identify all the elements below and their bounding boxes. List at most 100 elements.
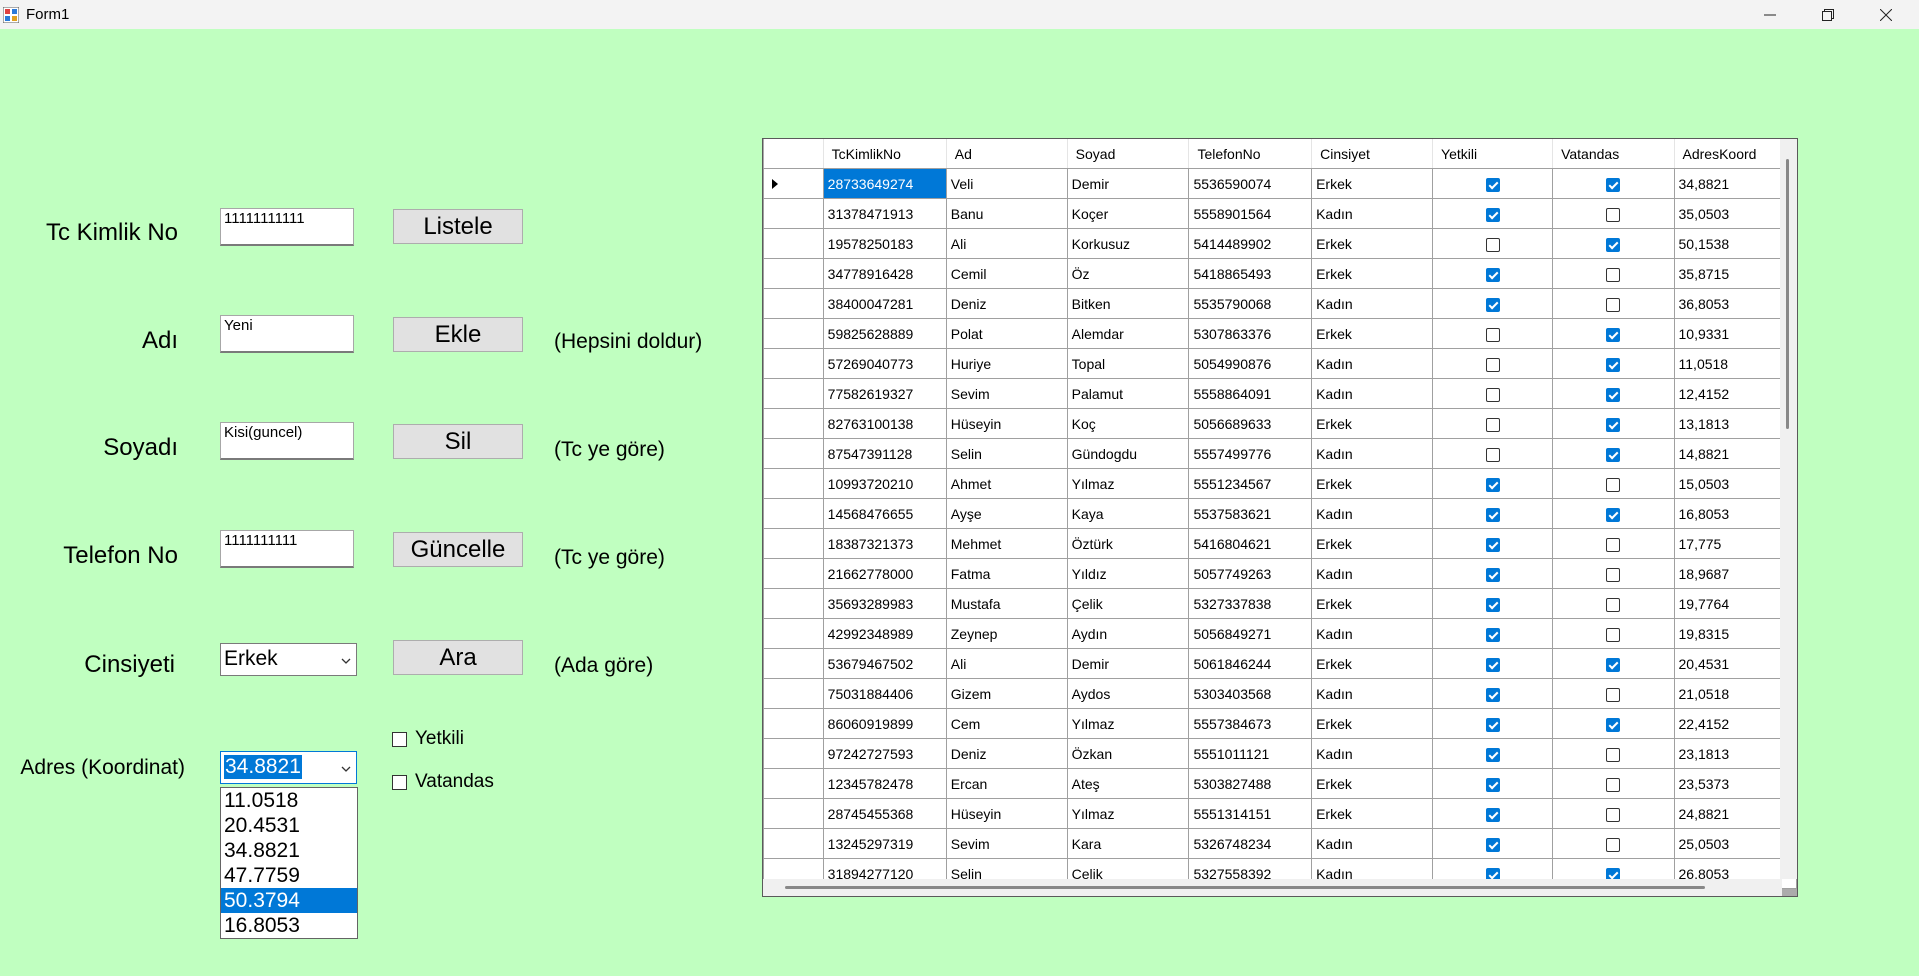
grid-cell[interactable]: Cem bbox=[945, 708, 1068, 739]
checkbox-checked-icon[interactable] bbox=[1485, 657, 1500, 672]
row-header[interactable] bbox=[763, 648, 824, 679]
grid-checkbox-cell[interactable] bbox=[1552, 588, 1675, 619]
grid-cell[interactable]: Yıldız bbox=[1066, 558, 1190, 589]
grid-checkbox-cell[interactable] bbox=[1552, 378, 1675, 409]
grid-checkbox-cell[interactable] bbox=[1432, 408, 1554, 439]
grid-cell[interactable]: Özkan bbox=[1066, 738, 1190, 769]
checkbox-checked-icon[interactable] bbox=[1485, 687, 1500, 702]
checkbox-checked-icon[interactable] bbox=[1485, 717, 1500, 732]
grid-cell[interactable]: Öztürk bbox=[1066, 528, 1190, 559]
checkbox-unchecked-icon[interactable] bbox=[1485, 447, 1500, 462]
grid-checkbox-cell[interactable] bbox=[1432, 228, 1554, 259]
adres-option[interactable]: 11.0518 bbox=[221, 788, 357, 813]
grid-cell[interactable]: 38400047281 bbox=[822, 288, 947, 319]
checkbox-unchecked-icon[interactable] bbox=[1606, 207, 1621, 222]
grid-cell[interactable]: Kara bbox=[1066, 828, 1190, 859]
checkbox-checked-icon[interactable] bbox=[1606, 327, 1621, 342]
row-header[interactable] bbox=[763, 618, 824, 649]
row-header[interactable] bbox=[763, 768, 824, 799]
grid-checkbox-cell[interactable] bbox=[1552, 558, 1675, 589]
checkbox-unchecked-icon[interactable] bbox=[1485, 327, 1500, 342]
grid-cell[interactable]: 5551011121 bbox=[1188, 738, 1313, 769]
checkbox-unchecked-icon[interactable] bbox=[1606, 837, 1621, 852]
grid-cell[interactable]: 86060919899 bbox=[822, 708, 947, 739]
grid-cell[interactable]: 34,8821 bbox=[1673, 168, 1797, 199]
ad-input[interactable]: Yeni bbox=[220, 315, 354, 353]
grid-cell[interactable]: Koç bbox=[1066, 408, 1190, 439]
grid-checkbox-cell[interactable] bbox=[1552, 498, 1675, 529]
grid-cell[interactable]: 35,8715 bbox=[1673, 258, 1797, 289]
grid-cell[interactable]: Yılmaz bbox=[1066, 468, 1190, 499]
grid-checkbox-cell[interactable] bbox=[1552, 798, 1675, 829]
table-row[interactable]: 12345782478 Ercan Ateş 5303827488 Erkek 23,53… bbox=[763, 768, 1797, 799]
grid-cell[interactable]: Veli bbox=[945, 168, 1068, 199]
row-header[interactable] bbox=[763, 588, 824, 619]
grid-cell[interactable]: 22,4152 bbox=[1673, 708, 1797, 739]
table-row[interactable]: 13245297319 Sevim Kara 5326748234 Kadın 25,05… bbox=[763, 828, 1797, 859]
row-header[interactable] bbox=[763, 828, 824, 859]
table-row[interactable]: 14568476655 Ayşe Kaya 5537583621 Kadın 16,805… bbox=[763, 498, 1797, 529]
grid-cell[interactable]: Selin bbox=[945, 438, 1068, 469]
grid-cell[interactable]: 14,8821 bbox=[1673, 438, 1797, 469]
grid-cell[interactable]: 10,9331 bbox=[1673, 318, 1797, 349]
grid-cell[interactable]: 5057749263 bbox=[1188, 558, 1313, 589]
grid-cell[interactable]: Kadın bbox=[1311, 198, 1434, 229]
grid-cell[interactable]: Erkek bbox=[1311, 798, 1434, 829]
row-header[interactable] bbox=[763, 798, 824, 829]
grid-cell[interactable]: Aydın bbox=[1066, 618, 1190, 649]
grid-cell[interactable]: Erkek bbox=[1311, 528, 1434, 559]
checkbox-checked-icon[interactable] bbox=[1485, 747, 1500, 762]
grid-cell[interactable]: Erkek bbox=[1311, 258, 1434, 289]
grid-cell[interactable]: 50,1538 bbox=[1673, 228, 1797, 259]
grid-cell[interactable]: Gizem bbox=[945, 678, 1068, 709]
grid-cell[interactable]: Ercan bbox=[945, 768, 1068, 799]
grid-cell[interactable]: 21,0518 bbox=[1673, 678, 1797, 709]
grid-cell[interactable]: Erkek bbox=[1311, 318, 1434, 349]
cinsiyet-select[interactable]: Erkek bbox=[220, 643, 357, 676]
chevron-down-icon[interactable] bbox=[340, 655, 352, 667]
grid-cell[interactable]: Kadın bbox=[1311, 558, 1434, 589]
grid-checkbox-cell[interactable] bbox=[1552, 318, 1675, 349]
restore-button[interactable] bbox=[1805, 0, 1851, 29]
checkbox-checked-icon[interactable] bbox=[1606, 357, 1621, 372]
grid-checkbox-cell[interactable] bbox=[1432, 438, 1554, 469]
grid-cell[interactable]: Hüseyin bbox=[945, 798, 1068, 829]
row-header[interactable] bbox=[763, 288, 824, 319]
data-grid[interactable]: TcKimlikNo Ad Soyad TelefonNo Cinsiyet Yetkil… bbox=[762, 138, 1798, 897]
table-row[interactable]: 86060919899 Cem Yılmaz 5557384673 Erkek 22,41… bbox=[763, 708, 1797, 739]
checkbox-unchecked-icon[interactable] bbox=[1485, 417, 1500, 432]
grid-checkbox-cell[interactable] bbox=[1552, 288, 1675, 319]
checkbox-unchecked-icon[interactable] bbox=[1606, 807, 1621, 822]
table-row[interactable]: 57269040773 Huriye Topal 5054990876 Kadın 11,… bbox=[763, 348, 1797, 379]
grid-cell[interactable]: 5557384673 bbox=[1188, 708, 1313, 739]
grid-cell[interactable]: 5416804621 bbox=[1188, 528, 1313, 559]
checkbox-unchecked-icon[interactable] bbox=[1606, 477, 1621, 492]
grid-checkbox-cell[interactable] bbox=[1432, 618, 1554, 649]
grid-cell[interactable]: 57269040773 bbox=[822, 348, 947, 379]
grid-checkbox-cell[interactable] bbox=[1552, 228, 1675, 259]
yetkili-checkbox[interactable] bbox=[392, 732, 407, 747]
grid-cell[interactable]: Polat bbox=[945, 318, 1068, 349]
grid-cell[interactable]: 13,1813 bbox=[1673, 408, 1797, 439]
grid-cell[interactable]: Mustafa bbox=[945, 588, 1068, 619]
grid-cell[interactable]: 75031884406 bbox=[822, 678, 947, 709]
row-header[interactable] bbox=[763, 438, 824, 469]
column-header[interactable]: Vatandas bbox=[1552, 139, 1675, 169]
grid-cell[interactable]: Topal bbox=[1066, 348, 1190, 379]
grid-cell[interactable]: 31378471913 bbox=[822, 198, 947, 229]
grid-cell[interactable]: Ali bbox=[945, 648, 1068, 679]
row-header[interactable] bbox=[763, 348, 824, 379]
grid-checkbox-cell[interactable] bbox=[1432, 498, 1554, 529]
grid-checkbox-cell[interactable] bbox=[1432, 708, 1554, 739]
grid-checkbox-cell[interactable] bbox=[1432, 378, 1554, 409]
grid-cell[interactable]: 35,0503 bbox=[1673, 198, 1797, 229]
grid-checkbox-cell[interactable] bbox=[1432, 738, 1554, 769]
checkbox-checked-icon[interactable] bbox=[1485, 537, 1500, 552]
grid-cell[interactable]: 21662778000 bbox=[822, 558, 947, 589]
grid-checkbox-cell[interactable] bbox=[1552, 168, 1675, 199]
ekle-button[interactable]: Ekle bbox=[393, 317, 523, 352]
grid-checkbox-cell[interactable] bbox=[1432, 678, 1554, 709]
checkbox-checked-icon[interactable] bbox=[1606, 657, 1621, 672]
table-row[interactable]: 82763100138 Hüseyin Koç 5056689633 Erkek 13,1… bbox=[763, 408, 1797, 439]
row-header[interactable] bbox=[763, 738, 824, 769]
